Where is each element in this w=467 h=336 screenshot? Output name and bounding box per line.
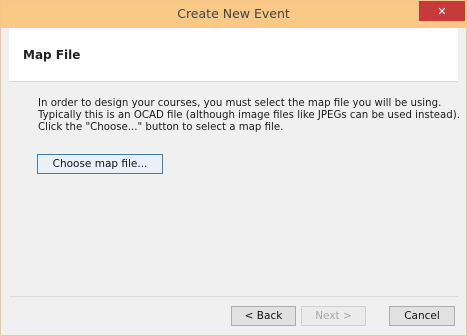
create-new-event-dialog: Create New Event ✕ Map File In order to … — [0, 0, 467, 336]
next-button[interactable]: Next > — [301, 306, 366, 326]
instructions-line: Click the "Choose..." button to select a… — [38, 122, 284, 133]
page-title: Map File — [23, 48, 81, 62]
title-bar[interactable]: Create New Event ✕ — [1, 1, 466, 28]
choose-map-file-button[interactable]: Choose map file... — [37, 154, 163, 174]
instructions-line: In order to design your courses, you mus… — [38, 98, 442, 109]
close-button[interactable]: ✕ — [419, 1, 465, 21]
window-title: Create New Event — [177, 6, 290, 21]
wizard-content: In order to design your courses, you mus… — [9, 82, 460, 295]
close-icon: ✕ — [437, 4, 447, 18]
instructions-line: Typically this is an OCAD file (although… — [38, 110, 460, 121]
instructions-text: In order to design your courses, you mus… — [38, 98, 460, 134]
wizard-header: Map File — [9, 28, 458, 82]
back-button[interactable]: < Back — [231, 306, 296, 326]
wizard-footer: < Back Next > Cancel — [9, 296, 458, 330]
cancel-button[interactable]: Cancel — [389, 306, 455, 326]
